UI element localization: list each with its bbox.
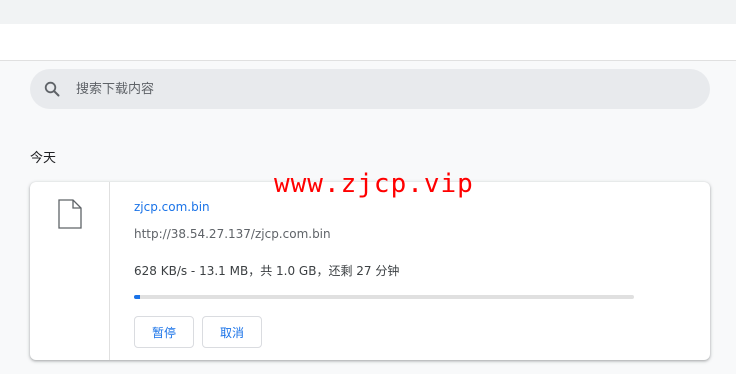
- pause-button[interactable]: 暂停: [134, 316, 194, 348]
- progress-fill: [134, 295, 140, 299]
- search-icon: [44, 81, 60, 97]
- file-icon: [58, 199, 82, 229]
- progress-bar: [134, 295, 634, 299]
- file-name-link[interactable]: zjcp.com.bin: [134, 200, 210, 214]
- download-details: zjcp.com.bin http://38.54.27.137/zjcp.co…: [134, 182, 694, 360]
- watermark-text: www.zjcp.vip: [274, 169, 474, 199]
- header-bar: [0, 24, 736, 61]
- cancel-button[interactable]: 取消: [202, 316, 262, 348]
- download-icon-column: [30, 182, 110, 360]
- search-box[interactable]: [30, 69, 710, 109]
- download-status: 628 KB/s - 13.1 MB，共 1.0 GB，还剩 27 分钟: [134, 264, 400, 278]
- search-input[interactable]: [76, 69, 676, 109]
- file-url[interactable]: http://38.54.27.137/zjcp.com.bin: [134, 227, 331, 241]
- download-item: zjcp.com.bin http://38.54.27.137/zjcp.co…: [30, 182, 710, 360]
- downloads-page: 今天 zjcp.com.bin http://38.54.27.137/zjcp…: [0, 61, 736, 374]
- top-strip: [0, 0, 736, 24]
- section-title-today: 今天: [30, 151, 57, 166]
